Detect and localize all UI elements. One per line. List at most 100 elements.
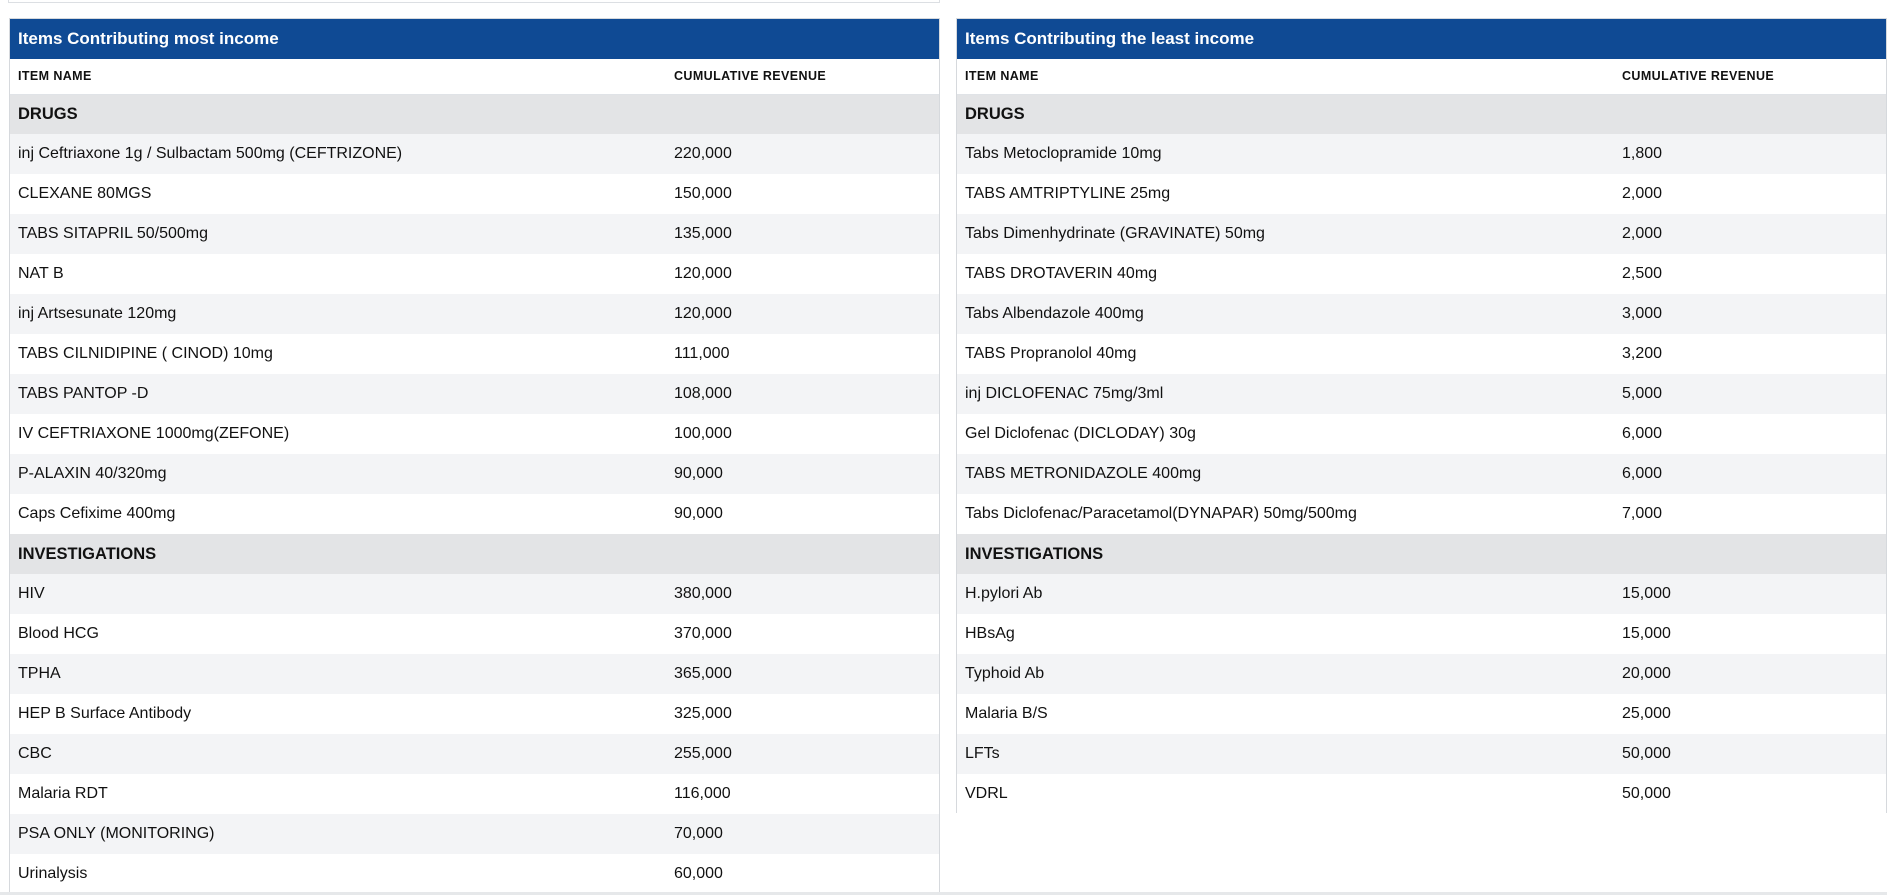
item-name-cell: inj Ceftriaxone 1g / Sulbactam 500mg (CE… (10, 134, 666, 174)
item-name-cell: TPHA (10, 654, 666, 694)
table-row[interactable]: Malaria RDT 116,000 (10, 774, 939, 814)
table-row[interactable]: inj Artsesunate 120mg 120,000 (10, 294, 939, 334)
table-row[interactable]: TABS CILNIDIPINE ( CINOD) 10mg 111,000 (10, 334, 939, 374)
item-name-cell: TABS AMTRIPTYLINE 25mg (957, 174, 1614, 214)
item-name-cell: Urinalysis (10, 854, 666, 894)
item-name-cell: Malaria RDT (10, 774, 666, 814)
table-row[interactable]: TABS SITAPRIL 50/500mg 135,000 (10, 214, 939, 254)
item-name-cell: Tabs Diclofenac/Paracetamol(DYNAPAR) 50m… (957, 494, 1614, 534)
item-name-cell: HIV (10, 574, 666, 614)
table-row[interactable]: Tabs Diclofenac/Paracetamol(DYNAPAR) 50m… (957, 494, 1886, 534)
cumulative-revenue-cell: 1,800 (1614, 134, 1886, 174)
table-row[interactable]: HEP B Surface Antibody 325,000 (10, 694, 939, 734)
item-name-cell: NAT B (10, 254, 666, 294)
table-row[interactable]: VDRL 50,000 (957, 774, 1886, 814)
cumulative-revenue-cell: 6,000 (1614, 454, 1886, 494)
cumulative-revenue-cell: 15,000 (1614, 574, 1886, 614)
most-income-panel: Items Contributing most income ITEM NAME… (9, 18, 940, 894)
cumulative-revenue-cell: 220,000 (666, 134, 939, 174)
column-header-item-name[interactable]: ITEM NAME (957, 59, 1614, 95)
item-name-cell: P-ALAXIN 40/320mg (10, 454, 666, 494)
group-label: INVESTIGATIONS (957, 534, 1886, 574)
table-row[interactable]: Typhoid Ab 20,000 (957, 654, 1886, 694)
item-name-cell: Typhoid Ab (957, 654, 1614, 694)
item-name-cell: TABS CILNIDIPINE ( CINOD) 10mg (10, 334, 666, 374)
item-name-cell: Malaria B/S (957, 694, 1614, 734)
cumulative-revenue-cell: 135,000 (666, 214, 939, 254)
table-row[interactable]: Caps Cefixime 400mg 90,000 (10, 494, 939, 534)
group-row-drugs: DRUGS (957, 94, 1886, 134)
column-header-cumulative-revenue[interactable]: CUMULATIVE REVENUE (1614, 59, 1886, 95)
item-name-cell: HBsAg (957, 614, 1614, 654)
table-row[interactable]: TABS DROTAVERIN 40mg 2,500 (957, 254, 1886, 294)
item-name-cell: IV CEFTRIAXONE 1000mg(ZEFONE) (10, 414, 666, 454)
table-row[interactable]: HBsAg 15,000 (957, 614, 1886, 654)
cumulative-revenue-cell: 365,000 (666, 654, 939, 694)
table-row[interactable]: CBC 255,000 (10, 734, 939, 774)
table-row[interactable]: NAT B 120,000 (10, 254, 939, 294)
table-row[interactable]: LFTs 50,000 (957, 734, 1886, 774)
table-row[interactable]: TPHA 365,000 (10, 654, 939, 694)
group-row-investigations: INVESTIGATIONS (957, 534, 1886, 574)
cumulative-revenue-cell: 255,000 (666, 734, 939, 774)
cumulative-revenue-cell: 7,000 (1614, 494, 1886, 534)
item-name-cell: CLEXANE 80MGS (10, 174, 666, 214)
table-row[interactable]: PSA ONLY (MONITORING) 70,000 (10, 814, 939, 854)
table-row[interactable]: Tabs Dimenhydrinate (GRAVINATE) 50mg 2,00… (957, 214, 1886, 254)
cumulative-revenue-cell: 2,500 (1614, 254, 1886, 294)
item-name-cell: Tabs Metoclopramide 10mg (957, 134, 1614, 174)
item-name-cell: inj DICLOFENAC 75mg/3ml (957, 374, 1614, 414)
table-row[interactable]: inj DICLOFENAC 75mg/3ml 5,000 (957, 374, 1886, 414)
item-name-cell: inj Artsesunate 120mg (10, 294, 666, 334)
cumulative-revenue-cell: 5,000 (1614, 374, 1886, 414)
cumulative-revenue-cell: 2,000 (1614, 214, 1886, 254)
top-container-edge (8, 0, 940, 3)
table-row[interactable]: Tabs Albendazole 400mg 3,000 (957, 294, 1886, 334)
item-name-cell: CBC (10, 734, 666, 774)
column-header-item-name[interactable]: ITEM NAME (10, 59, 666, 95)
table-row[interactable]: Gel Diclofenac (DICLODAY) 30g 6,000 (957, 414, 1886, 454)
cumulative-revenue-cell: 90,000 (666, 494, 939, 534)
table-row[interactable]: IV CEFTRIAXONE 1000mg(ZEFONE) 100,000 (10, 414, 939, 454)
cumulative-revenue-cell: 2,000 (1614, 174, 1886, 214)
table-row[interactable]: Urinalysis 60,000 (10, 854, 939, 894)
item-name-cell: Caps Cefixime 400mg (10, 494, 666, 534)
table-row[interactable]: TABS AMTRIPTYLINE 25mg 2,000 (957, 174, 1886, 214)
table-row[interactable]: inj Ceftriaxone 1g / Sulbactam 500mg (CE… (10, 134, 939, 174)
table-row[interactable]: Tabs Metoclopramide 10mg 1,800 (957, 134, 1886, 174)
table-row[interactable]: P-ALAXIN 40/320mg 90,000 (10, 454, 939, 494)
table-header-row: ITEM NAME CUMULATIVE REVENUE (10, 59, 939, 95)
cumulative-revenue-cell: 50,000 (1614, 774, 1886, 814)
least-income-table: ITEM NAME CUMULATIVE REVENUE DRUGS Tabs M… (957, 59, 1886, 814)
cumulative-revenue-cell: 116,000 (666, 774, 939, 814)
table-row[interactable]: TABS METRONIDAZOLE 400mg 6,000 (957, 454, 1886, 494)
table-row[interactable]: Blood HCG 370,000 (10, 614, 939, 654)
item-name-cell: Tabs Albendazole 400mg (957, 294, 1614, 334)
item-name-cell: HEP B Surface Antibody (10, 694, 666, 734)
group-row-drugs: DRUGS (10, 94, 939, 134)
cumulative-revenue-cell: 3,200 (1614, 334, 1886, 374)
cumulative-revenue-cell: 120,000 (666, 254, 939, 294)
cumulative-revenue-cell: 90,000 (666, 454, 939, 494)
least-income-panel: Items Contributing the least income ITEM… (956, 18, 1887, 814)
table-row[interactable]: H.pylori Ab 15,000 (957, 574, 1886, 614)
group-row-investigations: INVESTIGATIONS (10, 534, 939, 574)
item-name-cell: Blood HCG (10, 614, 666, 654)
table-row[interactable]: TABS Propranolol 40mg 3,200 (957, 334, 1886, 374)
item-name-cell: PSA ONLY (MONITORING) (10, 814, 666, 854)
column-header-cumulative-revenue[interactable]: CUMULATIVE REVENUE (666, 59, 939, 95)
cumulative-revenue-cell: 108,000 (666, 374, 939, 414)
cumulative-revenue-cell: 3,000 (1614, 294, 1886, 334)
table-row[interactable]: CLEXANE 80MGS 150,000 (10, 174, 939, 214)
table-header-row: ITEM NAME CUMULATIVE REVENUE (957, 59, 1886, 95)
cumulative-revenue-cell: 60,000 (666, 854, 939, 894)
cumulative-revenue-cell: 325,000 (666, 694, 939, 734)
group-label: INVESTIGATIONS (10, 534, 939, 574)
item-name-cell: TABS DROTAVERIN 40mg (957, 254, 1614, 294)
table-row[interactable]: HIV 380,000 (10, 574, 939, 614)
table-row[interactable]: Malaria B/S 25,000 (957, 694, 1886, 734)
least-income-table-body: DRUGS Tabs Metoclopramide 10mg 1,800 TABS A… (957, 94, 1886, 814)
cumulative-revenue-cell: 25,000 (1614, 694, 1886, 734)
table-row[interactable]: TABS PANTOP -D 108,000 (10, 374, 939, 414)
item-name-cell: TABS Propranolol 40mg (957, 334, 1614, 374)
